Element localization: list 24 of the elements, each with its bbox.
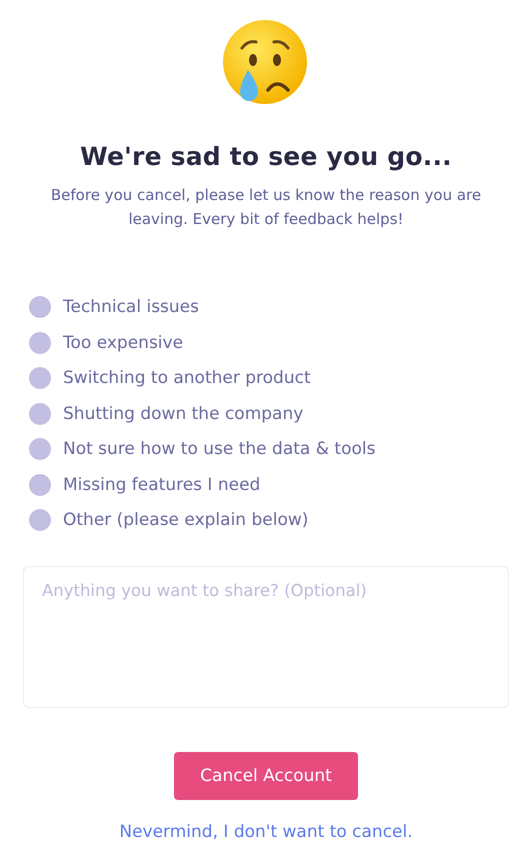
reason-option[interactable]: Too expensive — [29, 330, 184, 354]
reason-option[interactable]: Shutting down the company — [29, 402, 304, 426]
option-label: Shutting down the company — [63, 402, 304, 426]
option-label: Switching to another product — [63, 367, 311, 390]
nevermind-link[interactable]: Nevermind, I don't want to cancel. — [119, 822, 413, 842]
reason-option[interactable]: Technical issues — [29, 295, 199, 319]
option-label: Other (please explain below) — [63, 509, 308, 532]
cancel-account-button[interactable]: Cancel Account — [174, 752, 358, 800]
radio-button[interactable] — [29, 402, 51, 424]
radio-button[interactable] — [29, 332, 51, 354]
reason-option[interactable]: Switching to another product — [29, 366, 311, 390]
option-label: Technical issues — [63, 296, 199, 319]
radio-button[interactable] — [29, 296, 51, 318]
radio-button[interactable] — [29, 438, 51, 460]
feedback-field[interactable]: Anything you want to share? (Optional) — [23, 566, 509, 708]
reason-option[interactable]: Other (please explain below) — [29, 508, 308, 532]
subtitle: Before you cancel, please let us know the reason you are leaving. Every bit of feedback helps! — [50, 185, 482, 230]
radio-button[interactable] — [29, 509, 51, 531]
option-label: Too expensive — [63, 332, 184, 354]
heading: We're sad to see you go... — [80, 142, 452, 171]
radio-button[interactable] — [29, 474, 51, 496]
radio-button[interactable] — [29, 367, 51, 389]
reason-option[interactable]: Missing features I need — [29, 472, 260, 496]
option-label: Missing features I need — [63, 474, 260, 496]
